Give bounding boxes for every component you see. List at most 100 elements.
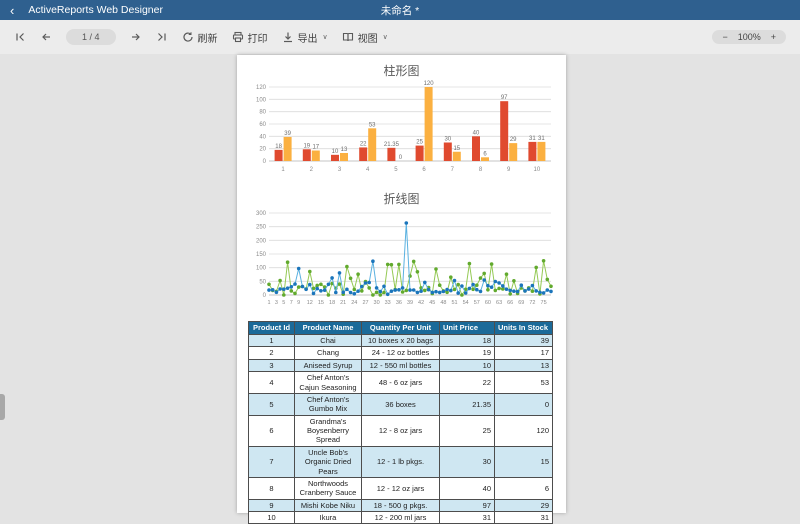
prev-page-icon xyxy=(40,31,52,43)
table-cell: 10 xyxy=(440,359,495,371)
svg-text:48: 48 xyxy=(440,300,446,306)
zoom-control: − 100% + xyxy=(712,30,786,44)
zoom-out-button[interactable]: − xyxy=(722,32,727,42)
table-cell: 2 xyxy=(249,347,295,359)
table-cell: 8 xyxy=(249,477,295,499)
app-header: ‹ ActiveReports Web Designer 未命名 * xyxy=(0,0,800,20)
svg-text:150: 150 xyxy=(256,252,267,258)
export-button[interactable]: 导出 ∨ xyxy=(282,30,328,45)
table-cell: 30 xyxy=(440,446,495,477)
line-chart: 0501001502002503001357912151821242730333… xyxy=(245,205,557,311)
column-header: Product Name xyxy=(295,322,362,335)
table-cell: 12 - 8 oz jars xyxy=(362,415,440,446)
svg-text:40: 40 xyxy=(473,130,480,136)
table-cell: 10 xyxy=(249,512,295,524)
table-cell: Ikura xyxy=(295,512,362,524)
svg-text:45: 45 xyxy=(429,300,435,306)
prev-page-button[interactable] xyxy=(40,31,52,43)
svg-text:21: 21 xyxy=(340,300,346,306)
last-page-button[interactable] xyxy=(156,31,168,43)
back-icon[interactable]: ‹ xyxy=(10,4,14,17)
svg-text:8: 8 xyxy=(479,167,483,173)
svg-text:80: 80 xyxy=(259,110,266,116)
table-cell: 31 xyxy=(440,512,495,524)
svg-text:4: 4 xyxy=(366,167,370,173)
table-row: 9Mishi Kobe Niku18 - 500 g pkgs.9729 xyxy=(249,499,553,511)
svg-text:13: 13 xyxy=(341,147,348,153)
table-cell: 39 xyxy=(495,335,553,347)
chevron-down-icon: ∨ xyxy=(323,33,328,41)
refresh-icon xyxy=(182,31,194,43)
table-row: 2Chang24 - 12 oz bottles1917 xyxy=(249,347,553,359)
svg-text:10: 10 xyxy=(332,149,339,155)
table-cell: 10 boxes x 20 bags xyxy=(362,335,440,347)
last-page-icon xyxy=(156,31,168,43)
table-cell: 6 xyxy=(495,477,553,499)
table-row: 5Chef Anton's Gumbo Mix36 boxes21.350 xyxy=(249,393,553,415)
svg-text:22: 22 xyxy=(360,141,367,147)
svg-text:63: 63 xyxy=(496,300,502,306)
table-cell: 13 xyxy=(495,359,553,371)
svg-text:69: 69 xyxy=(518,300,524,306)
refresh-button[interactable]: 刷新 xyxy=(182,30,218,45)
svg-text:21.35: 21.35 xyxy=(384,142,400,148)
bar-chart: 02040608010012011839219173101342253521.3… xyxy=(245,77,557,179)
next-page-button[interactable] xyxy=(130,31,142,43)
svg-text:39: 39 xyxy=(284,131,291,137)
svg-text:18: 18 xyxy=(329,300,335,306)
table-cell: 21.35 xyxy=(440,393,495,415)
svg-text:18: 18 xyxy=(275,144,282,150)
download-icon xyxy=(282,31,294,43)
svg-text:250: 250 xyxy=(256,225,267,231)
table-cell: 36 boxes xyxy=(362,393,440,415)
table-cell: Uncle Bob's Organic Dried Pears xyxy=(295,446,362,477)
svg-text:25: 25 xyxy=(416,140,423,146)
table-cell: 1 xyxy=(249,335,295,347)
svg-text:36: 36 xyxy=(396,300,402,306)
sidebar-resize-handle[interactable] xyxy=(0,394,5,420)
table-row: 1Chai10 boxes x 20 bags1839 xyxy=(249,335,553,347)
table-row: 3Aniseed Syrup12 - 550 ml bottles1013 xyxy=(249,359,553,371)
svg-text:15: 15 xyxy=(318,300,324,306)
table-cell: 7 xyxy=(249,446,295,477)
svg-text:120: 120 xyxy=(256,85,267,91)
table-cell: Chef Anton's Cajun Seasoning xyxy=(295,372,362,394)
svg-text:300: 300 xyxy=(256,211,267,217)
print-button[interactable]: 打印 xyxy=(232,30,268,45)
export-label: 导出 xyxy=(298,30,318,45)
table-cell: 12 - 200 ml jars xyxy=(362,512,440,524)
svg-text:6: 6 xyxy=(483,151,487,157)
table-cell: 120 xyxy=(495,415,553,446)
table-cell: 19 xyxy=(440,347,495,359)
table-row: 4Chef Anton's Cajun Seasoning48 - 6 oz j… xyxy=(249,372,553,394)
column-header: Units In Stock xyxy=(495,322,553,335)
svg-text:1: 1 xyxy=(267,300,270,306)
column-header: Unit Price xyxy=(440,322,495,335)
table-cell: Chang xyxy=(295,347,362,359)
table-cell: Aniseed Syrup xyxy=(295,359,362,371)
chevron-down-icon: ∨ xyxy=(383,33,388,41)
zoom-in-button[interactable]: + xyxy=(771,32,776,42)
table-cell: 9 xyxy=(249,499,295,511)
column-header: Quantity Per Unit xyxy=(362,322,440,335)
table-row: 10Ikura12 - 200 ml jars3131 xyxy=(249,512,553,524)
first-page-button[interactable] xyxy=(14,31,26,43)
svg-text:60: 60 xyxy=(485,300,491,306)
svg-text:9: 9 xyxy=(297,300,300,306)
svg-text:0: 0 xyxy=(263,159,267,165)
svg-text:57: 57 xyxy=(474,300,480,306)
svg-text:33: 33 xyxy=(385,300,391,306)
app-title: ActiveReports Web Designer xyxy=(28,4,163,16)
table-cell: 4 xyxy=(249,372,295,394)
table-cell: 29 xyxy=(495,499,553,511)
view-button[interactable]: 视图 ∨ xyxy=(342,30,388,45)
svg-text:20: 20 xyxy=(259,147,266,153)
table-cell: Chef Anton's Gumbo Mix xyxy=(295,393,362,415)
table-cell: 15 xyxy=(495,446,553,477)
svg-text:39: 39 xyxy=(407,300,413,306)
view-label: 视图 xyxy=(358,30,378,45)
svg-text:12: 12 xyxy=(307,300,313,306)
svg-text:200: 200 xyxy=(256,238,267,244)
svg-text:9: 9 xyxy=(507,167,511,173)
page-indicator[interactable]: 1 / 4 xyxy=(66,29,116,45)
